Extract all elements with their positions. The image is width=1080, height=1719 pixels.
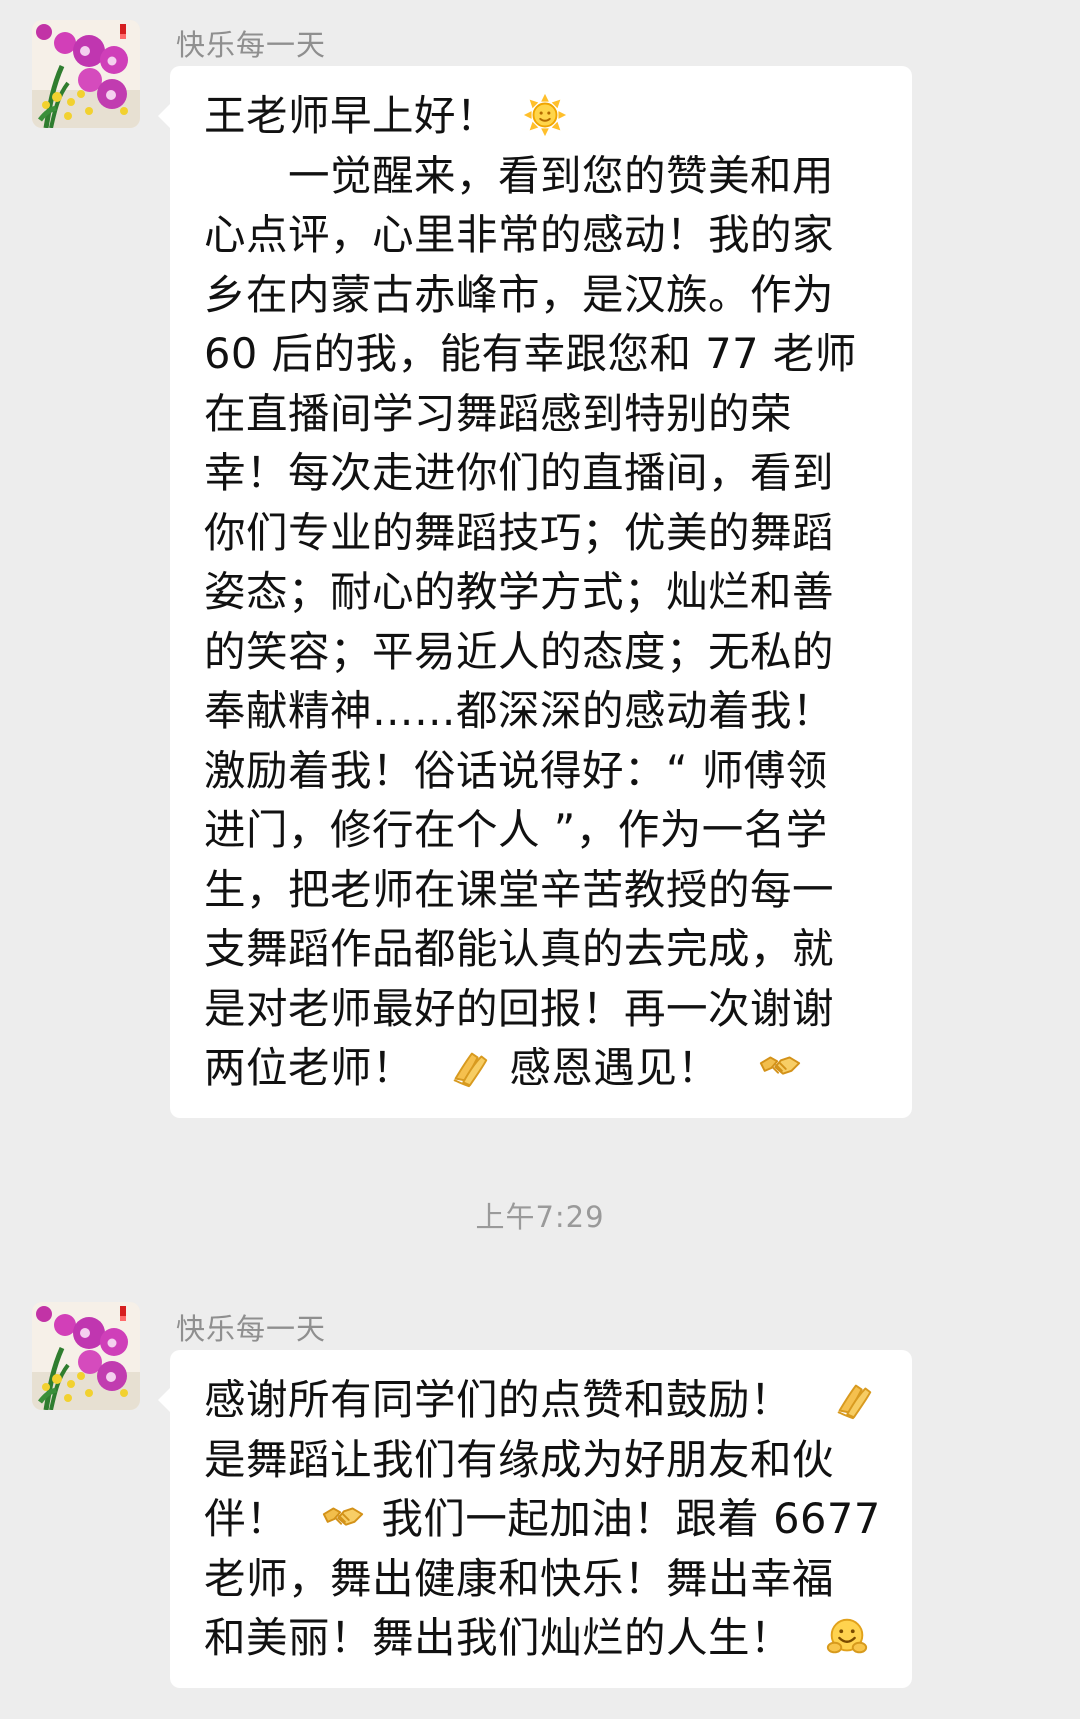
handshake-emoji-icon — [757, 1044, 803, 1090]
message-line: 是舞蹈让我们有缘成为好朋友和伙 — [204, 1434, 835, 1484]
message-line: 生，把老师在课堂辛苦教授的每一 — [204, 864, 835, 914]
message-bubble[interactable]: 王老师早上好！ 一觉醒来，看到您的赞美和用 心点评，心里非常的感动！我的家 乡在… — [158, 66, 912, 1118]
message-line: 感谢所有同学们的点赞和鼓励！ — [204, 1370, 882, 1430]
sender-name: 快乐每一天 — [176, 1312, 327, 1346]
message-text: 伴！ — [204, 1494, 289, 1543]
orchid-avatar-image — [32, 20, 140, 128]
sender-avatar[interactable] — [32, 1302, 140, 1410]
message-timestamp: 上午7:29 — [475, 1200, 605, 1234]
sender-name: 快乐每一天 — [176, 28, 327, 62]
handshake-emoji-icon — [320, 1495, 366, 1541]
message-line: 是对老师最好的回报！再一次谢谢 — [204, 983, 835, 1033]
message-text: 两位老师！ — [204, 1043, 415, 1092]
folded-hands-emoji-icon — [830, 1376, 876, 1422]
folded-hands-emoji-icon — [446, 1044, 492, 1090]
message-text: 感恩遇见！ — [509, 1043, 720, 1092]
message-line: 激励着我！俗话说得好：“ 师傅领 — [204, 745, 828, 795]
sun-emoji-icon — [522, 92, 568, 138]
message-line: 姿态；耐心的教学方式；灿烂和善 — [204, 567, 835, 616]
message-line: 进门，修行在个人 ”，作为一名学 — [204, 805, 828, 854]
message-line: 王老师早上好！ — [204, 86, 882, 146]
message-line: 支舞蹈作品都能认真的去完成，就 — [204, 924, 835, 973]
message-bubble[interactable]: 感谢所有同学们的点赞和鼓励！ 是舞蹈让我们有缘成为好朋友和伙 伴！ 我们一起加油… — [158, 1350, 912, 1688]
sender-avatar[interactable] — [32, 20, 140, 128]
message-line: 和美丽！舞出我们灿烂的人生！ — [204, 1608, 882, 1668]
message-line: 在直播间学习舞蹈感到特别的荣 — [204, 388, 793, 438]
message-line: 60 后的我，能有幸跟您和 77 老师 — [204, 329, 857, 378]
orchid-avatar-image — [32, 1302, 140, 1410]
hugging-face-emoji-icon — [824, 1614, 870, 1660]
message-text: 王老师早上好！ — [204, 91, 499, 140]
message-line: 心点评，心里非常的感动！我的家 — [204, 210, 835, 259]
message-line: 一觉醒来，看到您的赞美和用 — [204, 150, 835, 200]
message-line: 两位老师！ 感恩遇见！ — [204, 1038, 882, 1098]
message-line: 奉献精神……都深深的感动着我！ — [204, 686, 835, 735]
message-line: 幸！每次走进你们的直播间，看到 — [204, 448, 835, 497]
message-line: 的笑容；平易近人的态度；无私的 — [204, 626, 835, 676]
message-line: 伴！ 我们一起加油！跟着 6677 — [204, 1489, 882, 1549]
message-text: 和美丽！舞出我们灿烂的人生！ — [204, 1613, 793, 1662]
message-line: 老师，舞出健康和快乐！舞出幸福 — [204, 1553, 835, 1603]
message-line: 乡在内蒙古赤峰市，是汉族。作为 — [204, 269, 835, 319]
message-text: 感谢所有同学们的点赞和鼓励！ — [204, 1375, 793, 1424]
message-text: 我们一起加油！跟着 6677 — [381, 1494, 881, 1543]
message-line: 你们专业的舞蹈技巧；优美的舞蹈 — [204, 507, 835, 557]
